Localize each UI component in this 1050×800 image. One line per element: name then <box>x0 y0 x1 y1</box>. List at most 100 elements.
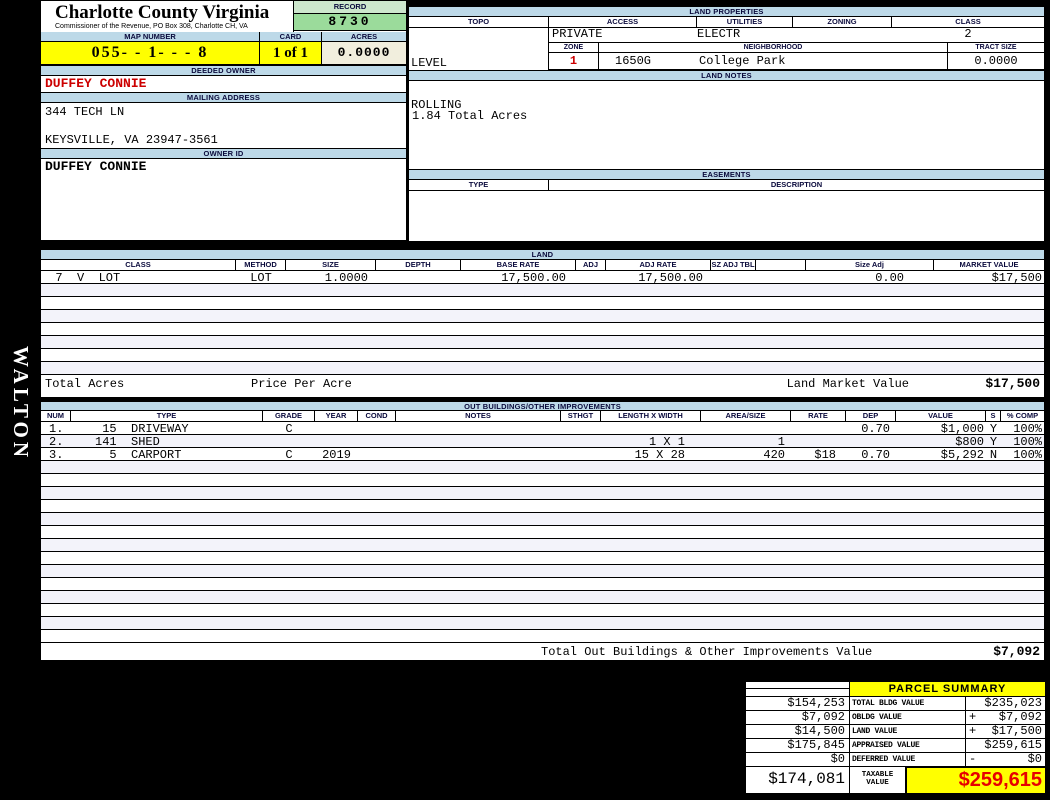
map-card-acres-values: 055- - 1- - - 8 1 of 1 0.0000 <box>41 42 406 65</box>
empty-row <box>41 526 1044 539</box>
easements-band: EASEMENTS <box>409 169 1044 180</box>
out-buildings-band: OUT BUILDINGS/OTHER IMPROVEMENTS <box>41 401 1044 411</box>
col-value: VALUE <box>896 411 986 421</box>
col-method: METHOD <box>236 260 286 270</box>
ob-s: Y <box>989 435 998 447</box>
out-buildings-footer: Total Out Buildings & Other Improvements… <box>41 643 1044 660</box>
record-value: 8730 <box>294 14 406 31</box>
owner-id-band: OWNER ID <box>41 148 406 159</box>
ob-sthgt <box>561 448 601 460</box>
ob-area <box>701 422 791 434</box>
col-pct-comp: % COMP <box>1006 411 1039 420</box>
ob-rate <box>791 422 846 434</box>
empty-row <box>41 513 1044 526</box>
empty-row <box>41 500 1044 513</box>
ps-label: DEFERRED VALUE <box>850 753 966 767</box>
empty-row <box>41 474 1044 487</box>
map-number-label: MAP NUMBER <box>41 32 260 42</box>
col-adj-rate: ADJ RATE <box>606 260 711 270</box>
mailing-address: 344 TECH LN KEYSVILLE, VA 23947-3561 <box>41 103 406 148</box>
col-sz-adj-tbl: SZ ADJ TBL <box>711 260 756 270</box>
owner-panel: Charlotte County Virginia Commissioner o… <box>40 0 407 241</box>
land-sz-adj-tbl <box>711 271 756 283</box>
land-properties-panel: LAND PROPERTIES TOPO ACCESS UTILITIES ZO… <box>408 5 1045 241</box>
ob-lw: 15 X 28 <box>634 448 685 460</box>
land-blank <box>756 271 806 283</box>
empty-row <box>41 591 1044 604</box>
ob-pct: 100% <box>1013 422 1042 434</box>
summary-row-total-bldg: $154,253 TOTAL BLDG VALUE $235,023 <box>746 697 1045 711</box>
ps-value: $0 <box>1027 752 1042 766</box>
ob-lw <box>601 422 701 434</box>
land-table-columns: CLASS METHOD SIZE DEPTH BASE RATE ADJ AD… <box>41 260 1044 271</box>
access-value: PRIVATE <box>552 27 603 41</box>
ob-rate: $18 <box>814 448 836 460</box>
empty-row <box>41 565 1044 578</box>
neighborhood-values: 1650G College Park <box>599 53 947 69</box>
ob-num: 3. <box>49 448 64 460</box>
col-blank <box>756 260 806 270</box>
summary-row-taxable: $174,081 TAXABLE VALUE $259,615 <box>746 767 1045 793</box>
col-grade: GRADE <box>263 411 315 421</box>
mailing-address-band: MAILING ADDRESS <box>41 92 406 103</box>
easements-empty-area <box>409 191 1044 241</box>
empty-row <box>41 323 1044 336</box>
land-method: LOT <box>250 271 272 283</box>
acres-label: ACRES <box>350 32 378 41</box>
record-box: RECORD 8730 <box>293 1 406 32</box>
utilities-value: ELECTR <box>697 27 741 41</box>
land-row: 7 V LOT LOT 1.0000 17,500.00 17,500.00 0… <box>41 271 1044 284</box>
zoning-column-label: ZONING <box>793 17 892 27</box>
ps-prior-value: $0 <box>746 753 850 767</box>
ob-year <box>315 422 358 434</box>
out-buildings-total-label: Total Out Buildings & Other Improvements… <box>541 644 873 659</box>
ps-sign: + <box>969 710 977 724</box>
ps-value: $7,092 <box>998 710 1042 724</box>
empty-row <box>41 617 1044 630</box>
price-per-acre-label: Price Per Acre <box>251 376 352 391</box>
col-rate: RATE <box>791 411 846 421</box>
sidebar-watermark: WALTON <box>9 346 33 462</box>
ob-grade: C <box>285 422 293 434</box>
ps-value: $259,615 <box>984 738 1042 752</box>
ob-notes <box>396 448 561 460</box>
land-class: 7 V LOT <box>41 271 121 283</box>
ps-header-blank-top <box>746 682 849 689</box>
ob-cond <box>358 422 396 434</box>
ob-value: $800 <box>955 435 984 447</box>
empty-row <box>41 349 1044 362</box>
empty-row <box>41 604 1044 617</box>
ob-lw: 1 X 1 <box>648 435 685 447</box>
access-utilities-values: PRIVATE ELECTR 2 <box>549 28 1044 42</box>
ps-prior-value: $174,081 <box>746 767 850 793</box>
ps-header-blank <box>746 682 850 697</box>
land-band: LAND <box>41 249 1044 260</box>
col-notes: NOTES <box>396 411 561 421</box>
property-record-card: { "sidebar": { "watermark": "WALTON" }, … <box>0 0 1050 800</box>
neighborhood-value: College Park <box>699 54 786 68</box>
col-adj: ADJ <box>576 260 606 270</box>
ob-area: 1 <box>777 435 785 447</box>
out-buildings-total-value: $7,092 <box>993 644 1040 659</box>
class-column-label: CLASS <box>955 17 981 26</box>
zone-table: ZONE 1 NEIGHBORHOOD 1650G College Park T… <box>549 42 1044 70</box>
land-adj <box>576 271 606 283</box>
col-base-rate: BASE RATE <box>461 260 576 270</box>
map-number-value: 055- - 1- - - 8 <box>41 42 260 64</box>
ps-prior-value: $7,092 <box>746 711 850 725</box>
ps-label: LAND VALUE <box>850 725 966 739</box>
ob-sthgt <box>561 435 601 447</box>
access-column-label: ACCESS <box>549 17 697 27</box>
tract-size-label: TRACT SIZE <box>948 43 1044 53</box>
col-cond: COND <box>358 411 396 421</box>
empty-row <box>41 487 1044 500</box>
ob-sthgt <box>561 422 601 434</box>
land-market-value-label: Land Market Value <box>786 376 909 391</box>
out-buildings-panel: OUT BUILDINGS/OTHER IMPROVEMENTS NUM TYP… <box>40 400 1045 660</box>
ob-num: 1. <box>49 422 64 434</box>
summary-row-land: $14,500 LAND VALUE + $17,500 <box>746 725 1045 739</box>
parcel-summary-header: PARCEL SUMMARY <box>746 682 1045 697</box>
summary-row-appraised: $175,845 APPRAISED VALUE $259,615 <box>746 739 1045 753</box>
ob-dep: 0.70 <box>861 448 890 460</box>
ob-grade: C <box>285 448 293 460</box>
